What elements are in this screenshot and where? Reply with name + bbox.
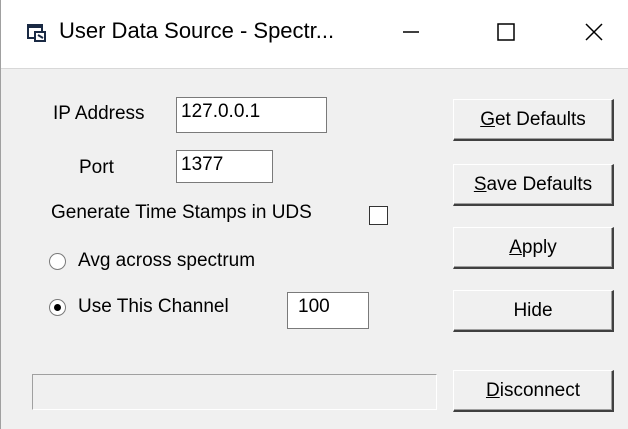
use-channel-radio[interactable]	[49, 299, 66, 316]
disconnect-button[interactable]: Disconnect	[453, 370, 614, 412]
maximize-button[interactable]	[458, 0, 553, 68]
minimize-button[interactable]	[363, 0, 458, 68]
close-icon	[584, 22, 604, 47]
channel-input[interactable]: 100	[287, 292, 369, 329]
window-title: User Data Source - Spectr...	[59, 18, 335, 43]
timestamps-checkbox[interactable]	[369, 206, 388, 225]
ip-address-label: IP Address	[53, 103, 145, 124]
avg-spectrum-radio[interactable]	[49, 253, 66, 270]
minimize-icon	[401, 22, 421, 47]
avg-spectrum-label[interactable]: Avg across spectrum	[78, 250, 255, 272]
title-bar[interactable]: User Data Source - Spectr...	[1, 0, 628, 69]
close-button[interactable]	[546, 0, 628, 68]
port-label: Port	[79, 157, 114, 178]
timestamps-label: Generate Time Stamps in UDS	[51, 202, 312, 223]
app-window-icon	[26, 21, 48, 43]
use-channel-label[interactable]: Use This Channel	[78, 296, 229, 318]
dialog-window: User Data Source - Spectr... IP Address …	[0, 0, 628, 429]
hide-button[interactable]: Hide	[453, 290, 614, 332]
port-input[interactable]: 1377	[176, 150, 273, 183]
get-defaults-button[interactable]: Get Defaults	[453, 99, 614, 141]
ip-address-input[interactable]: 127.0.0.1	[176, 97, 327, 133]
save-defaults-button[interactable]: Save Defaults	[453, 164, 614, 206]
maximize-icon	[496, 22, 516, 47]
status-bar	[32, 374, 437, 410]
apply-button[interactable]: Apply	[453, 227, 614, 269]
